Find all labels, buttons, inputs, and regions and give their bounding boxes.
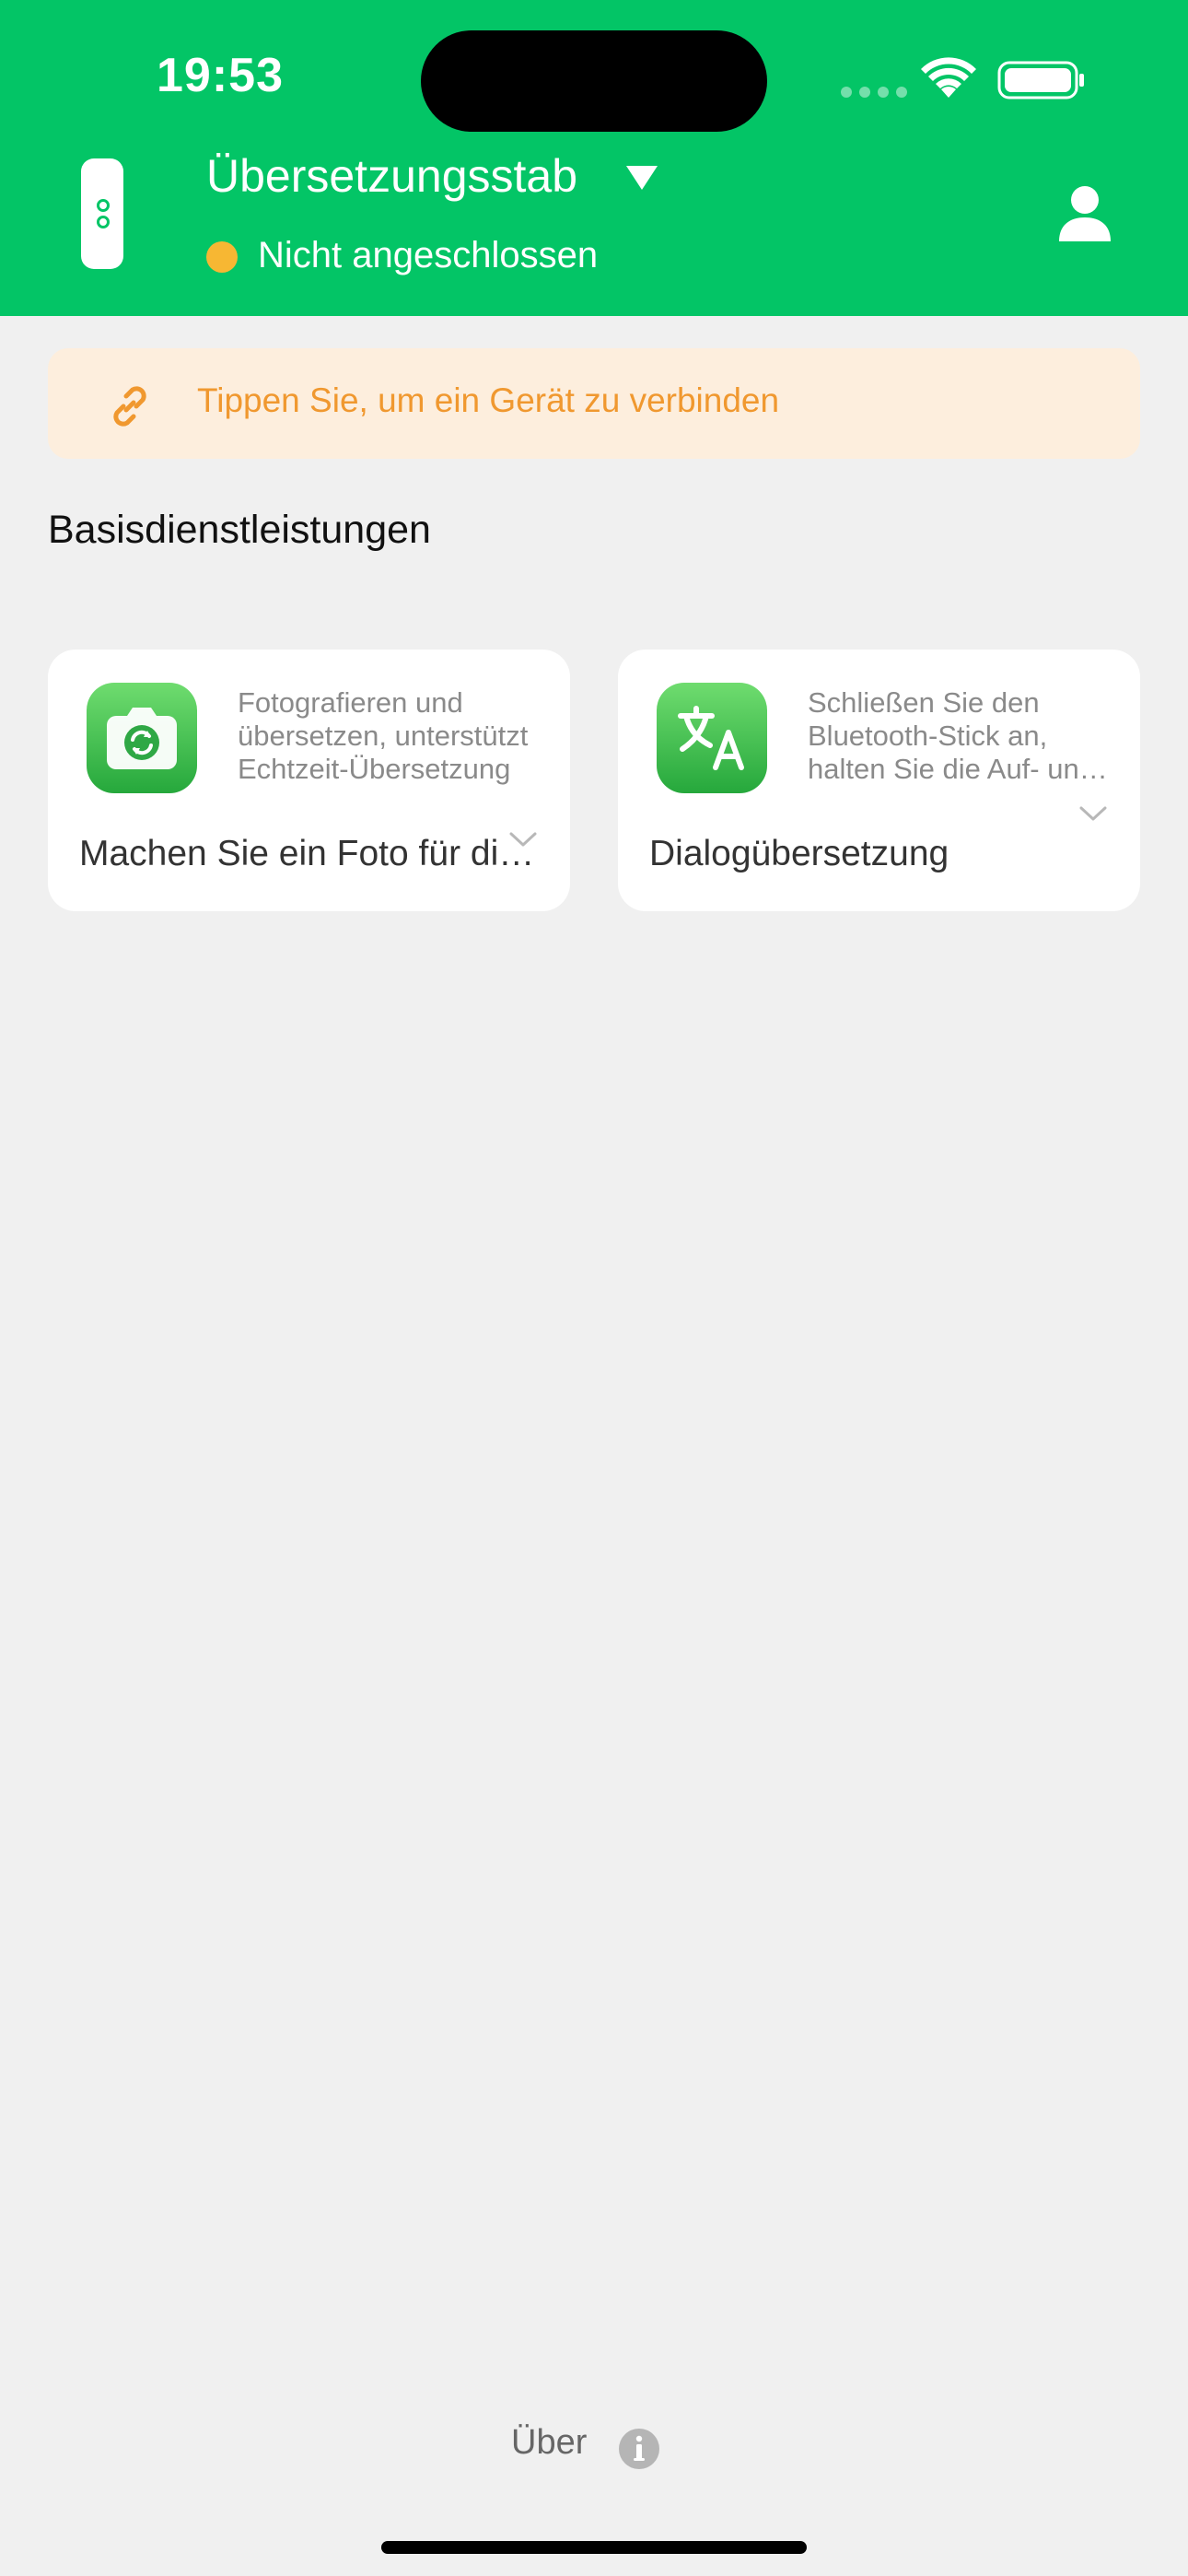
chevron-down-icon[interactable] [1078, 804, 1108, 823]
profile-icon[interactable] [1055, 184, 1114, 243]
about-link[interactable]: Über [511, 2423, 587, 2463]
dynamic-island [421, 30, 767, 132]
dialog-translation-card[interactable]: Schließen Sie den Bluetooth-Stick an, ha… [618, 650, 1140, 911]
home-indicator [381, 2541, 807, 2554]
section-title: Basisdienstleistungen [48, 508, 431, 552]
connection-status-dot [206, 241, 238, 273]
cellular-signal-icon [841, 87, 907, 98]
info-icon[interactable] [618, 2428, 660, 2470]
connection-status: Nicht angeschlossen [258, 235, 599, 275]
card-title: Machen Sie ein Foto für die Übersetzung [79, 834, 540, 873]
translator-stick-icon[interactable] [81, 158, 123, 269]
translate-icon [657, 683, 767, 793]
dropdown-caret-icon[interactable] [624, 164, 659, 192]
camera-translate-icon [87, 683, 197, 793]
status-time: 19:53 [157, 49, 284, 102]
device-title[interactable]: Übersetzungsstab [206, 149, 577, 203]
photo-translate-card[interactable]: Fotografieren und übersetzen, unterstütz… [48, 650, 570, 911]
card-description: Fotografieren und übersetzen, unterstütz… [238, 686, 529, 785]
card-title: Dialogübersetzung [649, 834, 949, 873]
card-description: Schließen Sie den Bluetooth-Stick an, ha… [808, 686, 1095, 785]
battery-icon [997, 61, 1084, 100]
app-header: 19:53 Übersetzungsstab Nicht angeschloss… [0, 0, 1188, 316]
wifi-icon [921, 57, 976, 98]
connect-device-banner[interactable]: Tippen Sie, um ein Gerät zu verbinden [48, 348, 1140, 459]
connect-device-text: Tippen Sie, um ein Gerät zu verbinden [197, 381, 780, 419]
link-icon [113, 386, 146, 427]
